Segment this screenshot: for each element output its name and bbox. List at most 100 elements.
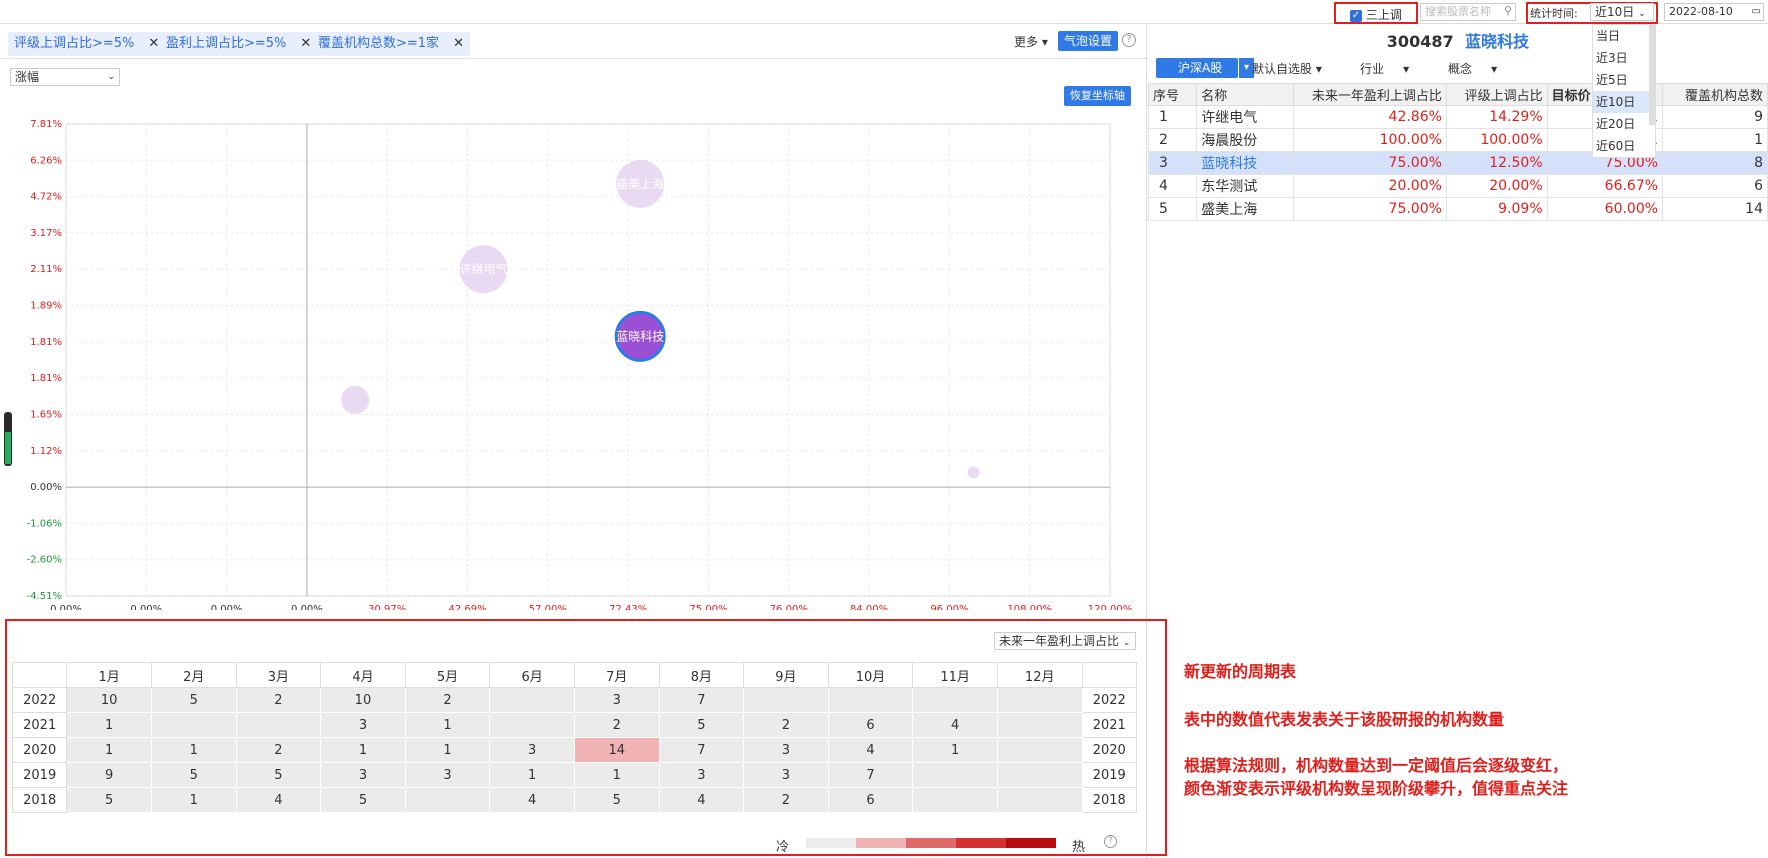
cycle-cell[interactable]: 2 bbox=[404, 687, 491, 713]
more-button[interactable]: 更多 ▾ bbox=[1014, 33, 1048, 50]
period-select[interactable]: 近10日 ⌄ bbox=[1590, 3, 1654, 21]
table-row[interactable]: 2海晨股份100.00%100.00%11 bbox=[1147, 128, 1768, 152]
cycle-cell[interactable]: 1 bbox=[912, 737, 998, 763]
filter-chip-rating[interactable]: 评级上调占比>=5% ✕ bbox=[8, 32, 166, 56]
cycle-cell[interactable] bbox=[404, 787, 491, 813]
tab-concept[interactable]: 概念 ▾ bbox=[1448, 60, 1497, 77]
cycle-cell[interactable]: 7 bbox=[658, 687, 745, 713]
chart-metric-select[interactable]: 涨幅 ⌄ bbox=[10, 68, 120, 86]
bubble[interactable] bbox=[967, 466, 980, 479]
period-option[interactable]: 近60日 bbox=[1593, 135, 1655, 157]
cycle-cell[interactable]: 3 bbox=[489, 737, 575, 763]
period-option[interactable]: 近20日 bbox=[1593, 113, 1655, 135]
col-profit[interactable]: 未来一年盈利上调占比 bbox=[1292, 83, 1447, 106]
cycle-cell[interactable] bbox=[912, 687, 998, 713]
reset-axis-button[interactable]: 恢复坐标轴 bbox=[1064, 86, 1131, 106]
help-icon[interactable]: ? bbox=[1104, 835, 1117, 848]
cycle-cell[interactable]: 3 bbox=[320, 762, 406, 788]
cycle-cell[interactable]: 2 bbox=[573, 712, 660, 738]
filter-chip-coverage[interactable]: 覆盖机构总数>=1家 ✕ bbox=[312, 32, 470, 56]
cycle-cell[interactable] bbox=[996, 787, 1083, 813]
period-option[interactable]: 近3日 bbox=[1593, 47, 1655, 69]
cycle-cell[interactable]: 2 bbox=[743, 787, 829, 813]
cycle-cell[interactable] bbox=[996, 712, 1083, 738]
cycle-cell[interactable]: 14 bbox=[573, 737, 660, 763]
cycle-cell[interactable]: 3 bbox=[320, 712, 406, 738]
cycle-cell[interactable]: 5 bbox=[150, 762, 237, 788]
col-cover[interactable]: 覆盖机构总数 bbox=[1662, 83, 1768, 106]
cycle-cell[interactable]: 1 bbox=[66, 712, 152, 738]
cycle-cell[interactable] bbox=[827, 687, 914, 713]
cycle-cell[interactable]: 2 bbox=[235, 737, 322, 763]
cycle-cell[interactable]: 4 bbox=[235, 787, 322, 813]
cycle-cell[interactable]: 5 bbox=[66, 787, 152, 813]
cycle-cell[interactable] bbox=[489, 712, 575, 738]
cycle-cell[interactable]: 2 bbox=[235, 687, 322, 713]
cycle-cell[interactable]: 1 bbox=[320, 737, 406, 763]
cycle-cell[interactable]: 5 bbox=[573, 787, 660, 813]
period-option[interactable]: 近10日 bbox=[1593, 91, 1655, 113]
cycle-cell[interactable]: 3 bbox=[404, 762, 491, 788]
three-up-checkbox[interactable]: ✓ 三上调 bbox=[1334, 2, 1418, 24]
tab-industry[interactable]: 行业 ▾ bbox=[1360, 60, 1409, 77]
cycle-cell[interactable]: 7 bbox=[827, 762, 914, 788]
cycle-cell[interactable]: 3 bbox=[658, 762, 745, 788]
cycle-cell[interactable] bbox=[743, 687, 829, 713]
bubble-settings-button[interactable]: 气泡设置 bbox=[1058, 31, 1119, 51]
tab-watchlist[interactable]: 默认自选股 ▾ bbox=[1252, 60, 1322, 77]
cycle-cell[interactable]: 10 bbox=[66, 687, 152, 713]
cycle-cell[interactable]: 1 bbox=[404, 737, 491, 763]
cycle-cell[interactable] bbox=[489, 687, 575, 713]
date-picker[interactable]: 2022-08-10 ▭ bbox=[1664, 3, 1764, 21]
cycle-cell[interactable]: 5 bbox=[658, 712, 745, 738]
cycle-cell[interactable]: 6 bbox=[827, 787, 914, 813]
cycle-cell[interactable]: 7 bbox=[658, 737, 745, 763]
cycle-cell[interactable]: 4 bbox=[489, 787, 575, 813]
cycle-metric-select[interactable]: 未来一年盈利上调占比 ⌄ bbox=[994, 632, 1136, 650]
cycle-cell[interactable] bbox=[912, 762, 998, 788]
col-idx[interactable]: 序号 bbox=[1147, 83, 1198, 106]
dropdown-scrollbar[interactable] bbox=[1649, 25, 1655, 125]
cycle-cell[interactable]: 4 bbox=[912, 712, 998, 738]
cycle-cell[interactable]: 2 bbox=[743, 712, 829, 738]
cycle-cell[interactable]: 1 bbox=[489, 762, 575, 788]
close-icon[interactable]: ✕ bbox=[453, 36, 464, 51]
cycle-cell[interactable]: 1 bbox=[66, 737, 152, 763]
table-row[interactable]: 5 盛美上海 75.00% 9.09% 60.00% 14 bbox=[1147, 197, 1768, 221]
help-icon[interactable]: ? bbox=[1122, 33, 1136, 47]
stock-name[interactable]: 蓝晓科技 bbox=[1465, 32, 1529, 51]
cycle-cell[interactable] bbox=[912, 787, 998, 813]
cycle-cell[interactable]: 9 bbox=[66, 762, 152, 788]
col-rating[interactable]: 评级上调占比 bbox=[1445, 83, 1548, 106]
cycle-cell[interactable]: 4 bbox=[658, 787, 745, 813]
cycle-cell[interactable] bbox=[150, 712, 237, 738]
stock-search-input[interactable]: 搜索股票名称 ⚲ bbox=[1420, 3, 1516, 21]
cycle-cell[interactable]: 3 bbox=[743, 737, 829, 763]
cycle-cell[interactable]: 10 bbox=[320, 687, 406, 713]
cycle-cell[interactable]: 1 bbox=[150, 787, 237, 813]
cycle-cell[interactable]: 1 bbox=[573, 762, 660, 788]
col-name[interactable]: 名称 bbox=[1196, 83, 1294, 106]
tab-hs-a[interactable]: 沪深A股 bbox=[1156, 58, 1238, 78]
cycle-cell[interactable]: 4 bbox=[827, 737, 914, 763]
cycle-cell[interactable]: 1 bbox=[404, 712, 491, 738]
table-row[interactable]: 1许继电气42.86%14.29%19 bbox=[1147, 105, 1768, 129]
table-row[interactable]: 4 东华测试 20.00% 20.00% 66.67% 6 bbox=[1147, 174, 1768, 198]
cycle-cell[interactable]: 3 bbox=[743, 762, 829, 788]
cycle-cell[interactable] bbox=[996, 737, 1083, 763]
table-row[interactable]: 3 蓝晓科技 75.00% 12.50% 75.00% 8 bbox=[1147, 151, 1768, 175]
cycle-cell[interactable] bbox=[235, 712, 322, 738]
cycle-cell[interactable]: 3 bbox=[573, 687, 660, 713]
period-option[interactable]: 近5日 bbox=[1593, 69, 1655, 91]
period-option[interactable]: 当日 bbox=[1593, 25, 1655, 47]
cycle-cell[interactable]: 6 bbox=[827, 712, 914, 738]
cycle-cell[interactable] bbox=[996, 762, 1083, 788]
close-icon[interactable]: ✕ bbox=[300, 36, 311, 51]
cycle-cell[interactable] bbox=[996, 687, 1083, 713]
cycle-cell[interactable]: 5 bbox=[150, 687, 237, 713]
filter-chip-profit[interactable]: 盈利上调占比>=5% ✕ bbox=[160, 32, 318, 56]
bubble[interactable] bbox=[341, 385, 370, 414]
cycle-cell[interactable]: 5 bbox=[235, 762, 322, 788]
cycle-cell[interactable]: 5 bbox=[320, 787, 406, 813]
close-icon[interactable]: ✕ bbox=[148, 36, 159, 51]
